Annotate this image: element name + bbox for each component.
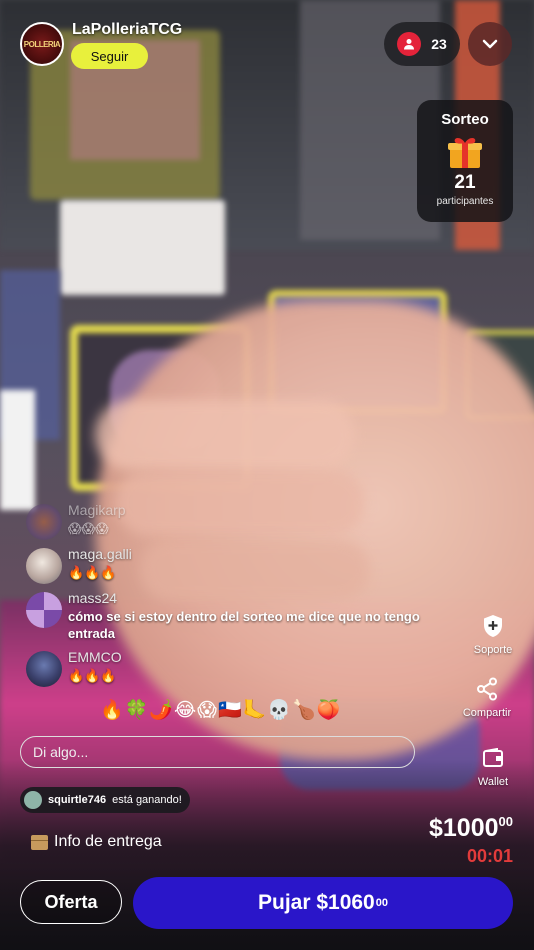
share-button[interactable]: Compartir <box>452 675 522 719</box>
winner-username: squirtle746 <box>48 794 107 806</box>
reaction-bar[interactable]: 🔥🍀🌶️😂😱🇨🇱🦶💀🍗🍑 <box>100 698 341 722</box>
delivery-info-link[interactable]: Info de entrega <box>31 833 162 851</box>
price-main: $1000 <box>429 814 499 842</box>
chat-username[interactable]: EMMCO <box>68 649 122 665</box>
support-button[interactable]: Soporte <box>458 612 528 656</box>
bid-cents: 00 <box>375 897 388 909</box>
package-icon <box>31 834 48 850</box>
offer-button[interactable]: Oferta <box>20 880 122 924</box>
chat-username[interactable]: mass24 <box>68 590 117 606</box>
winner-text: está ganando! <box>112 794 182 806</box>
giveaway-title: Sorteo <box>441 111 489 128</box>
delivery-label: Info de entrega <box>54 833 162 850</box>
follow-button[interactable]: Seguir <box>71 43 148 69</box>
viewer-count: 23 <box>431 36 447 52</box>
wallet-icon <box>479 744 507 772</box>
user-icon <box>397 32 422 56</box>
viewer-count-badge[interactable]: 23 <box>384 22 460 66</box>
support-label: Soporte <box>473 644 513 656</box>
chat-text: 🔥🔥🔥 <box>68 565 117 580</box>
chat-username[interactable]: Magikarp <box>68 502 126 518</box>
gift-icon <box>447 134 483 170</box>
chat-input[interactable] <box>20 736 415 768</box>
giveaway-count: 21 <box>454 172 476 193</box>
giveaway-subtitle: participantes <box>436 196 494 207</box>
seller-name[interactable]: LaPolleriaTCG <box>72 21 182 39</box>
winner-chip: squirtle746 está ganando! <box>20 787 190 813</box>
seller-avatar-text: POLLERIA <box>23 39 61 49</box>
auction-timer: 00:01 <box>466 846 513 866</box>
chat-avatar[interactable] <box>26 548 62 584</box>
chat-avatar[interactable] <box>26 651 62 687</box>
share-label: Compartir <box>462 707 512 719</box>
chat-text: 🔥🔥🔥 <box>68 668 117 683</box>
giveaway-card[interactable]: Sorteo 21 participantes <box>417 100 513 222</box>
current-price: $100000 <box>429 814 513 843</box>
chat-avatar[interactable] <box>26 504 62 540</box>
wallet-button[interactable]: Wallet <box>458 744 528 788</box>
chat-text: 😱😱😱 <box>68 521 109 536</box>
share-icon <box>473 675 501 703</box>
price-cents: 00 <box>498 814 513 829</box>
collapse-button[interactable] <box>468 22 512 66</box>
wallet-label: Wallet <box>477 776 509 788</box>
bid-button[interactable]: Pujar $1060 00 <box>133 877 513 929</box>
chat-avatar[interactable] <box>26 592 62 628</box>
bid-label: Pujar $1060 <box>257 891 375 914</box>
seller-avatar[interactable]: POLLERIA <box>20 22 64 66</box>
chat-username[interactable]: maga.galli <box>68 546 132 562</box>
chevron-down-icon <box>482 39 498 49</box>
chat-text: cómo se si estoy dentro del sorteo me di… <box>68 609 420 641</box>
winner-avatar <box>24 791 42 809</box>
shield-icon <box>479 612 507 640</box>
